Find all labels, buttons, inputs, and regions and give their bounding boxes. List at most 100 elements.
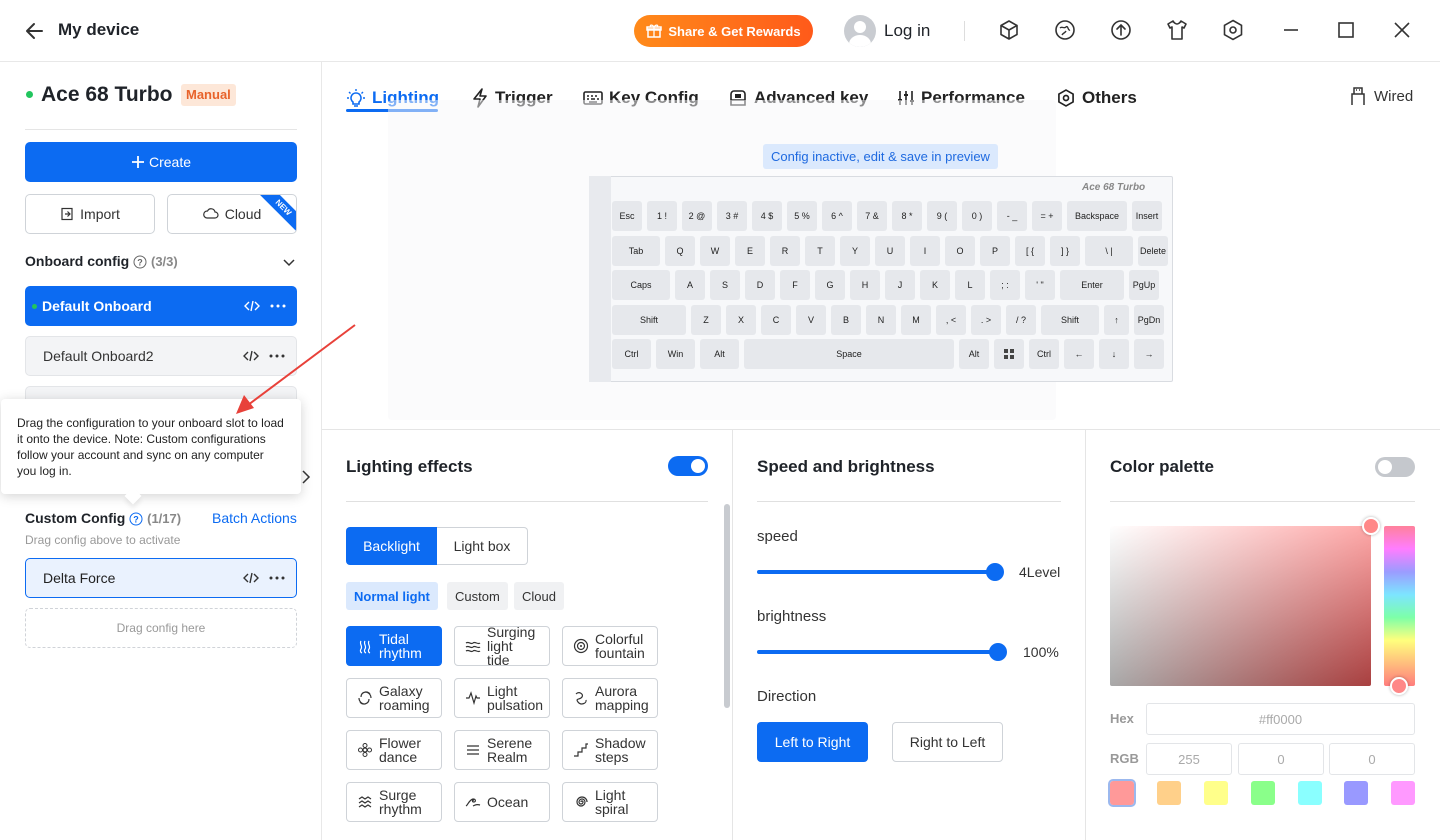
login-button[interactable]: Log in [844,14,930,48]
key[interactable]: Esc [612,201,642,231]
globe-sync-icon[interactable] [1053,18,1077,42]
onboard-config-item[interactable]: Default Onboard [25,286,297,326]
effect-galaxy-roaming[interactable]: Galaxy roaming [346,678,442,718]
key[interactable]: W [700,236,730,266]
brightness-slider-knob[interactable] [989,643,1007,661]
color-swatch[interactable] [1157,781,1181,805]
effect-serene-realm[interactable]: Serene Realm [454,730,550,770]
key[interactable]: G [815,270,845,300]
key[interactable]: X [726,305,756,335]
key[interactable]: P [980,236,1010,266]
key[interactable]: Tab [612,236,660,266]
rgb-g-input[interactable]: 0 [1238,743,1324,775]
key[interactable]: Shift [1041,305,1099,335]
key[interactable]: Shift [612,305,686,335]
saturation-value-picker[interactable] [1110,526,1371,686]
hex-input[interactable]: #ff0000 [1146,703,1415,735]
key-fn[interactable] [994,339,1024,369]
effect-ocean[interactable]: Ocean [454,782,550,822]
key[interactable]: O [945,236,975,266]
key[interactable]: T [805,236,835,266]
key[interactable]: L [955,270,985,300]
help-icon[interactable]: ? [133,255,147,269]
brightness-slider-track[interactable] [757,650,998,654]
effects-scrollbar[interactable] [724,504,730,708]
code-icon[interactable] [242,347,260,365]
color-swatch[interactable] [1204,781,1228,805]
key[interactable]: . > [971,305,1001,335]
key[interactable]: F [780,270,810,300]
config-drop-zone[interactable]: Drag config here [25,608,297,648]
key[interactable]: 5 % [787,201,817,231]
key[interactable]: Q [665,236,695,266]
hue-slider[interactable] [1384,526,1415,686]
key[interactable]: Delete [1138,236,1168,266]
key[interactable]: Enter [1060,270,1124,300]
effect-flower-dance[interactable]: Flower dance [346,730,442,770]
maximize-icon[interactable] [1334,18,1358,42]
key[interactable]: D [745,270,775,300]
key[interactable]: ↑ [1104,305,1129,335]
key[interactable]: Insert [1132,201,1162,231]
key[interactable]: Ctrl [1029,339,1059,369]
effect-light-pulsation[interactable]: Light pulsation [454,678,550,718]
effect-shadow-steps[interactable]: Shadow steps [562,730,658,770]
create-button[interactable]: Create [25,142,297,182]
key[interactable]: Space [744,339,954,369]
key[interactable]: U [875,236,905,266]
effect-light-spiral[interactable]: Light spiral [562,782,658,822]
key[interactable]: 9 ( [927,201,957,231]
key[interactable]: 7 & [857,201,887,231]
lighting-effects-toggle[interactable] [668,456,708,476]
rgb-r-input[interactable]: 255 [1146,743,1232,775]
key[interactable]: , < [936,305,966,335]
key[interactable]: Ctrl [612,339,651,369]
effect-tidal-rhythm[interactable]: Tidal rhythm [346,626,442,666]
key[interactable]: Backspace [1067,201,1127,231]
mode-light-box[interactable]: Light box [437,527,528,565]
color-swatch[interactable] [1251,781,1275,805]
key[interactable]: 1 ! [647,201,677,231]
import-button[interactable]: Import [25,194,155,234]
effect-colorful-fountain[interactable]: Colorful fountain [562,626,658,666]
upload-icon[interactable] [1109,18,1133,42]
key[interactable]: ; : [990,270,1020,300]
key[interactable]: I [910,236,940,266]
key[interactable]: Y [840,236,870,266]
color-swatch[interactable] [1344,781,1368,805]
effect-surging-light-tide[interactable]: Surging light tide [454,625,550,667]
key[interactable]: 3 # [717,201,747,231]
key[interactable]: 2 @ [682,201,712,231]
key[interactable]: [ { [1015,236,1045,266]
key[interactable]: = + [1032,201,1062,231]
more-icon[interactable] [269,297,287,315]
key[interactable]: Alt [959,339,989,369]
sv-picker-knob[interactable] [1362,517,1380,535]
chevron-right-icon[interactable] [300,469,312,485]
key[interactable]: B [831,305,861,335]
key[interactable]: K [920,270,950,300]
key[interactable]: H [850,270,880,300]
code-icon[interactable] [243,297,261,315]
batch-actions-link[interactable]: Batch Actions [212,510,297,526]
key[interactable]: → [1134,339,1164,369]
key[interactable]: ← [1064,339,1094,369]
minimize-icon[interactable] [1279,18,1303,42]
hex-settings-icon[interactable] [1221,18,1245,42]
rgb-b-input[interactable]: 0 [1329,743,1415,775]
direction-right-to-left[interactable]: Right to Left [892,722,1003,762]
hue-slider-knob[interactable] [1390,677,1408,695]
color-swatch[interactable] [1391,781,1415,805]
key[interactable]: ↓ [1099,339,1129,369]
key[interactable]: M [901,305,931,335]
speed-slider-knob[interactable] [986,563,1004,581]
key[interactable]: PgUp [1129,270,1159,300]
category-normal-light[interactable]: Normal light [346,582,438,610]
key[interactable]: / ? [1006,305,1036,335]
close-icon[interactable] [1390,18,1414,42]
key[interactable]: ] } [1050,236,1080,266]
direction-left-to-right[interactable]: Left to Right [757,722,868,762]
tshirt-icon[interactable] [1165,18,1189,42]
cloud-button[interactable]: Cloud NEW [167,194,297,234]
effect-surge-rhythm[interactable]: Surge rhythm [346,782,442,822]
